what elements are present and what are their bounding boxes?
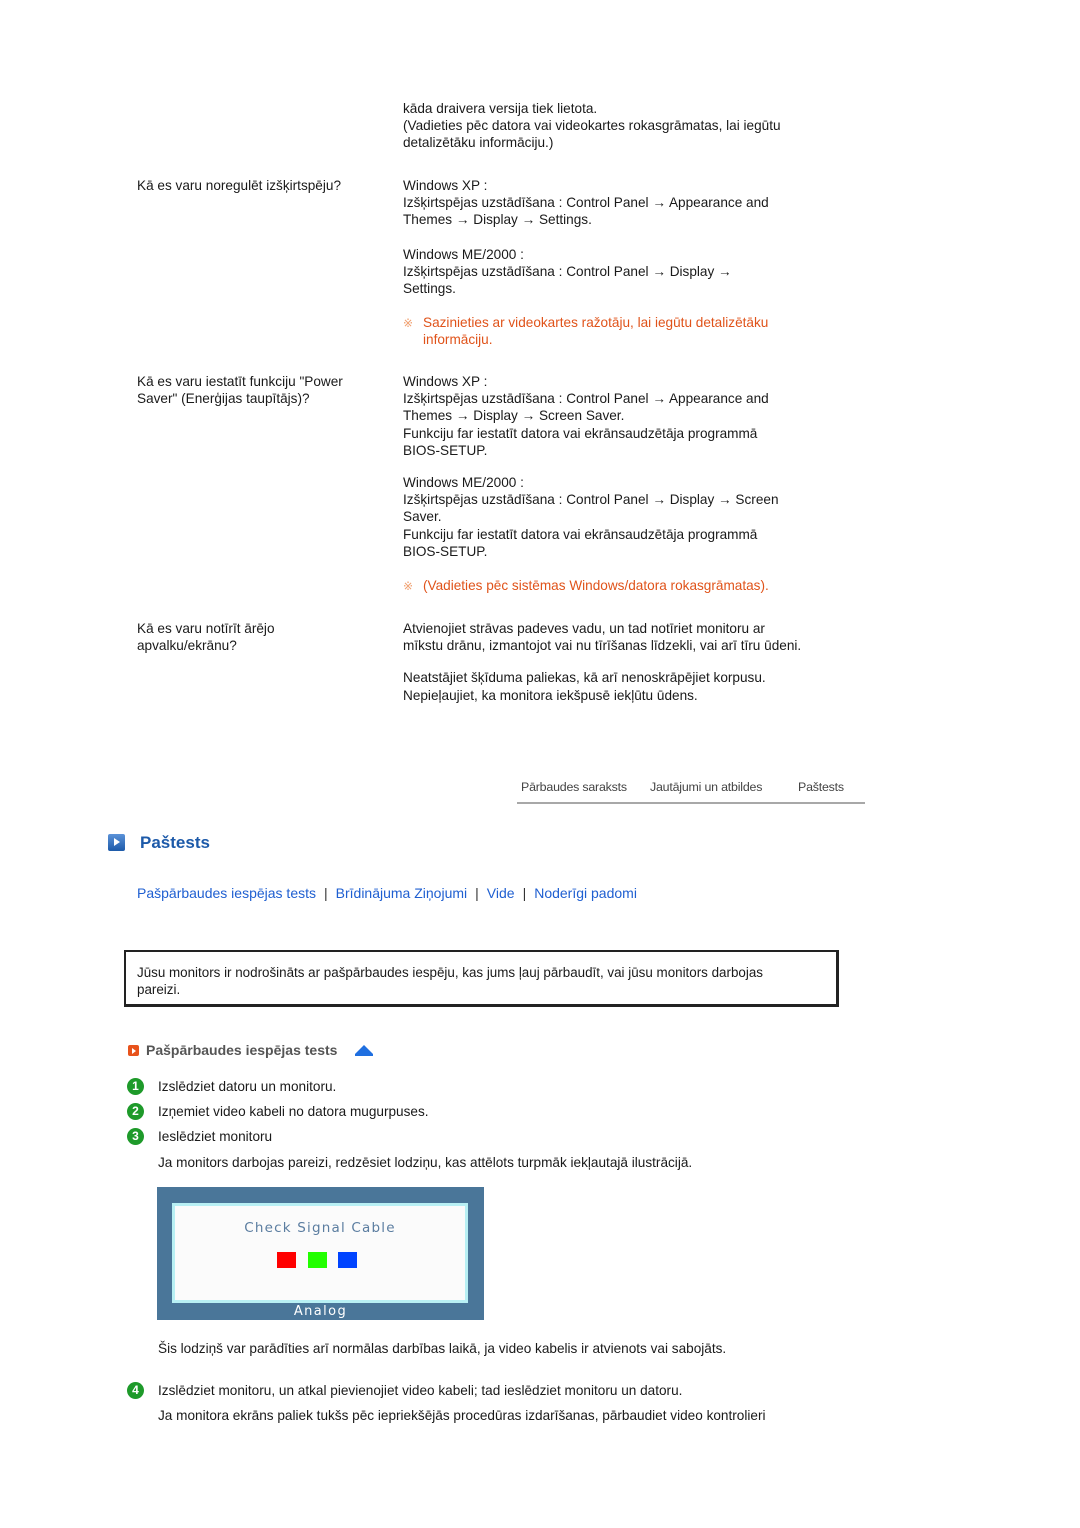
info-box: Jūsu monitors ir nodrošināts ar pašpārba…	[124, 950, 839, 1007]
osd-illustration: Check Signal Cable Analog	[157, 1187, 484, 1320]
step-detail: Ja monitora ekrāns paliek tukšs pēc iepr…	[158, 1408, 766, 1423]
play-icon	[108, 834, 125, 851]
osd-red-square	[277, 1252, 296, 1268]
answer-line: Funkciju far iestatīt datora vai ekrānsa…	[403, 526, 758, 542]
faq-question: Kā es varu iestatīt funkciju "Power Save…	[137, 374, 343, 406]
faq-note: ※ Sazinieties ar videokartes ražotāju, la…	[403, 314, 833, 348]
osd-blue-square	[338, 1252, 357, 1268]
bullet-arrow-icon	[128, 1045, 139, 1056]
section-nav: Pārbaudes saraksts Jautājumi un atbildes…	[517, 778, 865, 804]
note-mark-icon: ※	[403, 316, 414, 330]
subsection-title: Pašpārbaudes iespējas tests	[146, 1042, 338, 1058]
answer-line: Izšķirtspējas uzstādīšana : Control Pane…	[403, 391, 769, 407]
link-separator: |	[522, 885, 527, 901]
page-title: Paštests	[140, 833, 210, 852]
answer-line: Themes → Display → Screen Saver.	[403, 408, 625, 424]
answer-line: BIOS-SETUP.	[403, 442, 488, 458]
link-warnings[interactable]: Brīdinājuma Ziņojumi	[336, 885, 468, 901]
tab-self-test[interactable]: Paštests	[798, 780, 844, 794]
note-text: (Vadieties pēc sistēmas Windows/datora r…	[423, 578, 769, 593]
osd-green-square	[308, 1252, 327, 1268]
osd-message: Check Signal Cable	[244, 1220, 396, 1236]
os-label: Windows ME/2000 :	[403, 475, 524, 491]
faq-answer: Windows XP : Izšķirtspējas uzstādīšana :…	[403, 373, 833, 560]
answer-line: Themes → Display → Settings.	[403, 212, 592, 228]
step-detail: Ja monitors darbojas pareizi, redzēsiet …	[158, 1155, 693, 1170]
section-links: Pašpārbaudes iespējas tests | Brīdinājuma …	[137, 885, 637, 901]
step-number-icon: 1	[127, 1078, 144, 1095]
link-useful-tips[interactable]: Noderīgi padomi	[534, 885, 637, 901]
step-number-icon: 4	[127, 1382, 144, 1399]
step-text: Izņemiet video kabeli no datora mugurpus…	[158, 1104, 429, 1119]
link-separator: |	[324, 885, 328, 901]
note-mark-icon: ※	[403, 579, 414, 593]
tab-qa[interactable]: Jautājumi un atbildes	[650, 780, 762, 794]
intro-line: (Vadieties pēc datora vai videokartes ro…	[403, 118, 781, 134]
faq-question: Kā es varu noregulēt izšķirtspēju?	[137, 178, 342, 193]
answer-line: Izšķirtspējas uzstādīšana : Control Pane…	[403, 263, 732, 279]
answer-line: Funkciju far iestatīt datora vai ekrānsa…	[403, 425, 758, 441]
step-number-icon: 3	[127, 1128, 144, 1145]
intro-line: kāda draivera versija tiek lietota.	[403, 101, 598, 116]
intro-line: detalizētāku informāciju.)	[403, 135, 554, 151]
back-to-top-icon[interactable]	[354, 1044, 374, 1057]
os-label: Windows ME/2000 :	[403, 246, 524, 262]
os-label: Windows XP :	[403, 178, 488, 193]
osd-window: Check Signal Cable	[172, 1203, 468, 1303]
osd-note: Šis lodziņš var parādīties arī normālas …	[158, 1341, 727, 1356]
answer-line: Settings.	[403, 281, 456, 297]
os-label: Windows XP :	[403, 374, 488, 389]
faq-note: ※ (Vadieties pēc sistēmas Windows/datora …	[403, 577, 833, 595]
link-self-test[interactable]: Pašpārbaudes iespējas tests	[137, 885, 316, 901]
step-text: Ieslēdziet monitoru	[158, 1129, 273, 1144]
faq-answer: Windows XP : Izšķirtspējas uzstādīšana :…	[403, 177, 833, 297]
faq-intro: kāda draivera versija tiek lietota. (Vad…	[403, 100, 833, 152]
answer-line: BIOS-SETUP.	[403, 543, 488, 559]
step-number-icon: 2	[127, 1103, 144, 1120]
answer-line: Izšķirtspējas uzstādīšana : Control Pane…	[403, 492, 779, 508]
faq-question: Kā es varu notīrīt ārējo apvalku/ekrānu?	[137, 621, 275, 653]
answer-line: Nepieļaujiet, ka monitora iekšpusē iekļū…	[403, 687, 698, 703]
faq-answer: Atvienojiet strāvas padeves vadu, un tad…	[403, 620, 808, 704]
step-text: Izslēdziet datoru un monitoru.	[158, 1079, 337, 1094]
info-text: Jūsu monitors ir nodrošināts ar pašpārba…	[137, 965, 763, 997]
answer-paragraph: Atvienojiet strāvas padeves vadu, un tad…	[403, 621, 802, 654]
note-text: Sazinieties ar videokartes ražotāju, lai…	[423, 315, 769, 348]
answer-line: Izšķirtspējas uzstādīšana : Control Pane…	[403, 195, 769, 211]
link-separator: |	[475, 885, 479, 901]
osd-mode-label: Analog	[293, 1304, 348, 1319]
link-environment[interactable]: Vide	[487, 885, 515, 901]
answer-line: Neatstājiet šķīduma paliekas, kā arī nen…	[403, 670, 766, 686]
answer-line: Saver.	[403, 509, 442, 525]
tab-checklist[interactable]: Pārbaudes saraksts	[521, 780, 627, 794]
step-text: Izslēdziet monitoru, un atkal pievienoji…	[158, 1383, 683, 1398]
